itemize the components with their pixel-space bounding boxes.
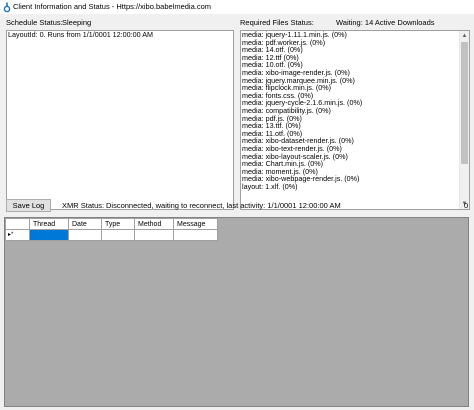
new-row[interactable]: ▸* bbox=[5, 229, 218, 241]
required-files-value: Waiting: 14 Active Downloads bbox=[336, 18, 435, 27]
cell-thread[interactable] bbox=[29, 229, 69, 241]
client-area: Schedule Status: Sleeping Required Files… bbox=[0, 14, 474, 410]
required-file-item: layout: 1.xlf. (0%) bbox=[242, 181, 298, 191]
row-header-corner[interactable] bbox=[5, 218, 30, 230]
window-title: Client Information and Status - Https://… bbox=[13, 2, 212, 11]
column-header-message[interactable]: Message bbox=[173, 218, 218, 230]
log-grid[interactable]: Thread Date Type Method Message ▸* bbox=[4, 217, 469, 407]
new-row-indicator[interactable]: ▸* bbox=[5, 229, 30, 241]
schedule-status-box[interactable]: LayoutId: 0. Runs from 1/1/0001 12:00:00… bbox=[6, 30, 234, 210]
column-header-thread[interactable]: Thread bbox=[29, 218, 69, 230]
cell-type[interactable] bbox=[101, 229, 135, 241]
column-header-date[interactable]: Date bbox=[68, 218, 102, 230]
save-log-button[interactable]: Save Log bbox=[6, 199, 51, 212]
scroll-up-icon[interactable]: ▲ bbox=[460, 31, 469, 41]
log-header-row: Thread Date Type Method Message bbox=[5, 218, 218, 230]
schedule-status-value: Sleeping bbox=[62, 18, 92, 27]
log-table: Thread Date Type Method Message ▸* bbox=[5, 218, 218, 241]
required-files-label: Required Files Status: bbox=[240, 18, 314, 27]
row-indicator-icon: ▸* bbox=[8, 232, 14, 238]
column-header-type[interactable]: Type bbox=[101, 218, 135, 230]
cell-date[interactable] bbox=[68, 229, 102, 241]
schedule-lines: LayoutId: 0. Runs from 1/1/0001 12:00:00… bbox=[7, 31, 233, 39]
column-header-method[interactable]: Method bbox=[134, 218, 174, 230]
title-bar: Client Information and Status - Https://… bbox=[0, 0, 474, 14]
required-files-scrollbar[interactable]: ▲ ▼ bbox=[459, 31, 469, 209]
cell-message[interactable] bbox=[173, 229, 218, 241]
xmr-status-label: XMR Status: bbox=[62, 201, 105, 210]
schedule-status-label: Schedule Status: bbox=[6, 18, 63, 27]
app-icon bbox=[3, 2, 11, 13]
xmr-status-value: Disconnected, waiting to reconnect, last… bbox=[106, 201, 341, 210]
status-count: 0 bbox=[464, 201, 469, 210]
cell-method[interactable] bbox=[134, 229, 174, 241]
schedule-line: LayoutId: 0. Runs from 1/1/0001 12:00:00… bbox=[8, 30, 154, 39]
scrollbar-thumb[interactable] bbox=[461, 42, 468, 164]
required-files-lines: media: jquery-1.11.1.min.js. (0%) media: … bbox=[241, 31, 469, 190]
required-files-box[interactable]: media: jquery-1.11.1.min.js. (0%) media: … bbox=[240, 30, 470, 210]
